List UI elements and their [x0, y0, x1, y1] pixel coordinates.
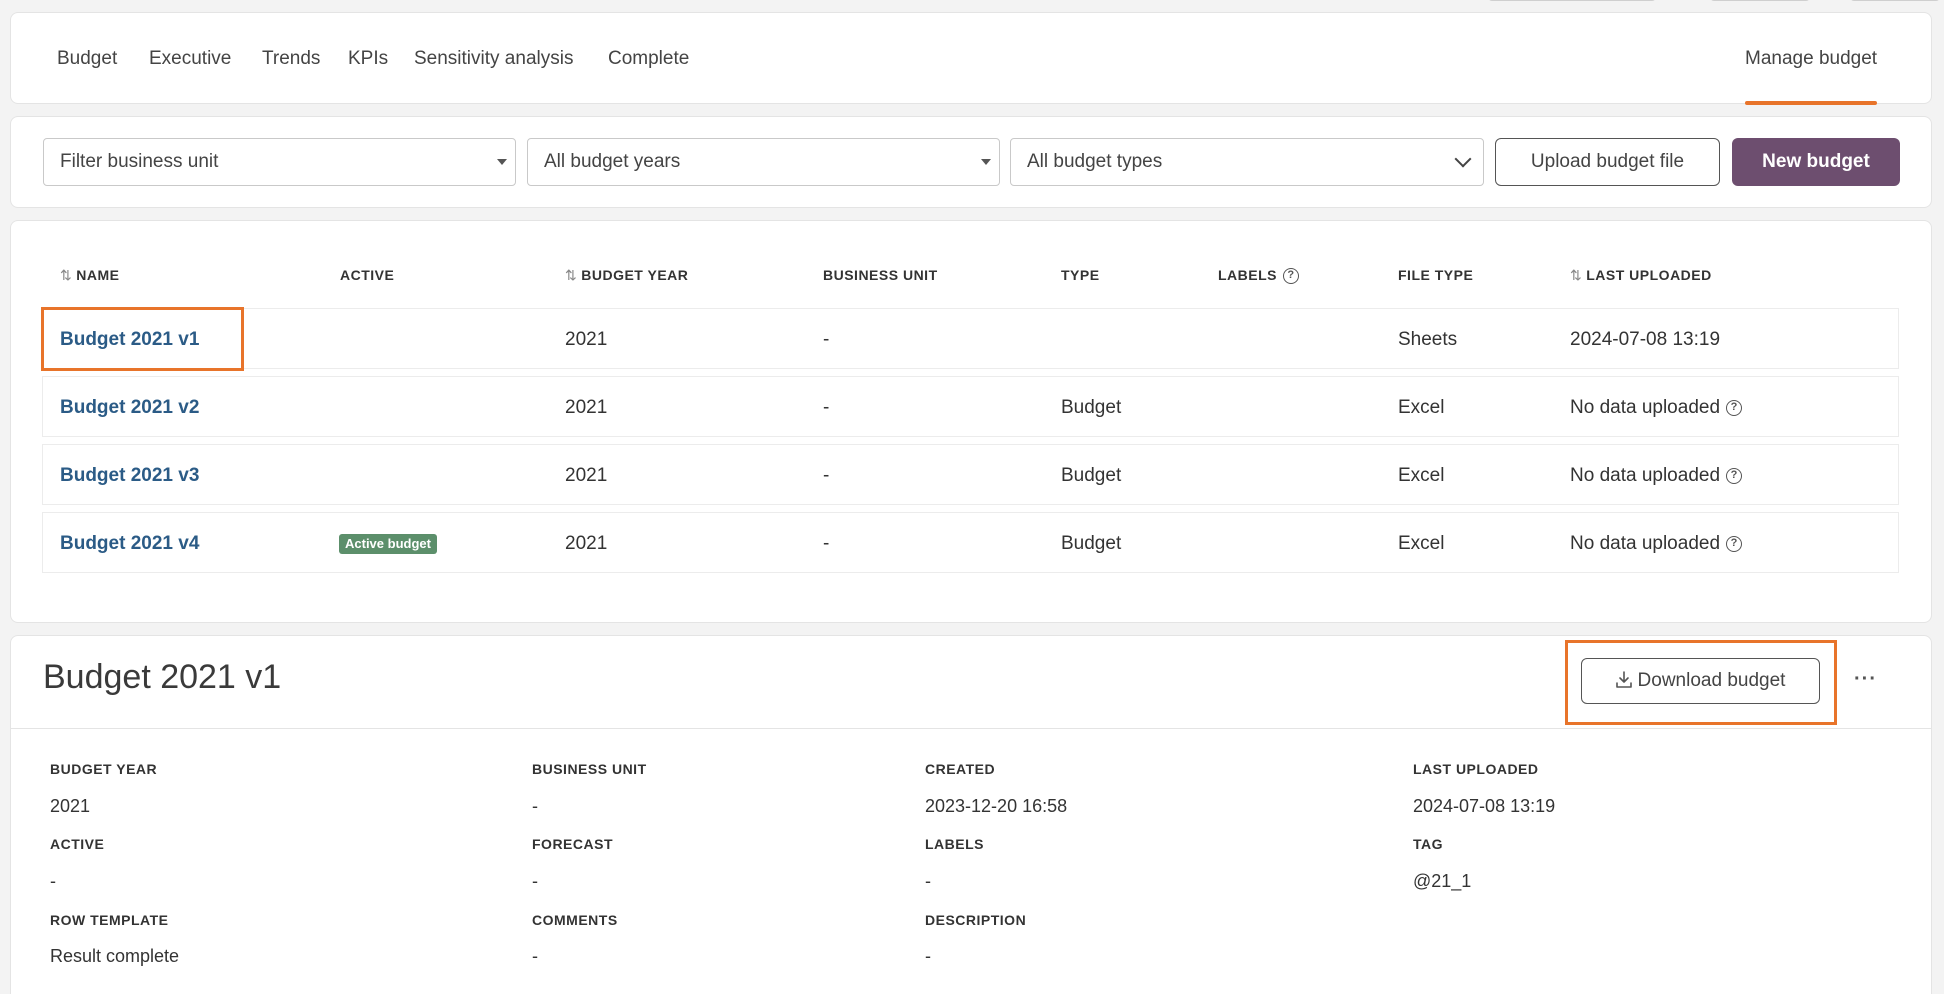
field-label: LABELS: [925, 836, 984, 852]
column-header-type: TYPE: [1061, 267, 1100, 283]
field-value: -: [50, 871, 56, 891]
field-label: DESCRIPTION: [925, 912, 1027, 928]
budget-name-link[interactable]: Budget 2021 v2: [60, 377, 199, 438]
field-value: -: [532, 946, 538, 966]
budget-years-select[interactable]: All budget years: [527, 138, 1000, 186]
table-row[interactable]: Budget 2021 v2 2021 - Budget Excel No da…: [42, 376, 1899, 437]
budget-types-select-value: All budget types: [1027, 151, 1163, 172]
type-cell: Budget: [1061, 465, 1122, 486]
filter-bar: Filter business unit All budget years Al…: [10, 116, 1932, 208]
budget-name-link[interactable]: Budget 2021 v4: [60, 513, 199, 574]
field-label: TAG: [1413, 836, 1444, 852]
business-unit-select[interactable]: Filter business unit: [43, 138, 516, 186]
column-header-last-uploaded[interactable]: ⇅ LAST UPLOADED: [1570, 266, 1712, 284]
column-header-business-unit: BUSINESS UNIT: [823, 267, 938, 283]
top-navigation: Budget Executive Trends KPIs Sensitivity…: [10, 12, 1932, 105]
budget-year-cell: 2021: [565, 329, 608, 350]
business-unit-cell: -: [823, 329, 830, 350]
tab-executive[interactable]: Executive: [149, 13, 231, 105]
column-header-name[interactable]: ⇅ NAME: [60, 266, 119, 284]
budget-name-link[interactable]: Budget 2021 v3: [60, 445, 199, 506]
field-value: -: [532, 871, 538, 891]
field-value: 2023-12-20 16:58: [925, 796, 1068, 816]
file-type-cell: Sheets: [1398, 329, 1458, 350]
field-value: -: [925, 871, 931, 891]
help-icon[interactable]: ?: [1283, 268, 1299, 285]
type-cell: Budget: [1061, 397, 1122, 418]
file-type-cell: Excel: [1398, 397, 1445, 418]
tab-kpis[interactable]: KPIs: [348, 13, 388, 105]
active-cell: Active budget: [339, 513, 437, 574]
top-stub: [1710, 0, 1810, 1]
budget-year-cell: 2021: [565, 533, 608, 554]
last-uploaded-cell: No data uploaded?: [1570, 445, 1743, 506]
field-value: -: [925, 946, 931, 966]
more-options-icon[interactable]: ···: [1854, 668, 1877, 691]
sort-icon: ⇅: [565, 267, 578, 283]
last-uploaded-cell: No data uploaded?: [1570, 513, 1743, 574]
sort-icon: ⇅: [60, 267, 73, 283]
detail-title: Budget 2021 v1: [43, 658, 282, 696]
field-label: LAST UPLOADED: [1413, 761, 1539, 777]
field-label: BUSINESS UNIT: [532, 761, 647, 777]
column-header-budget-year[interactable]: ⇅ BUDGET YEAR: [565, 266, 688, 284]
tab-manage-budget[interactable]: Manage budget: [1745, 13, 1878, 105]
business-unit-cell: -: [823, 397, 830, 418]
table-row[interactable]: Budget 2021 v1 2021 - Sheets 2024-07-08 …: [42, 308, 1899, 369]
help-icon[interactable]: ?: [1726, 399, 1743, 416]
tab-complete[interactable]: Complete: [608, 13, 689, 105]
caret-down-icon: [497, 159, 507, 165]
budget-year-cell: 2021: [565, 397, 608, 418]
help-icon[interactable]: ?: [1726, 535, 1743, 552]
new-budget-button[interactable]: New budget: [1732, 138, 1900, 186]
tab-budget[interactable]: Budget: [57, 13, 117, 105]
field-value: 2024-07-08 13:19: [1413, 796, 1556, 816]
caret-down-icon: [981, 159, 991, 165]
divider: [11, 728, 1931, 729]
highlight-box: [41, 307, 244, 371]
field-label: COMMENTS: [532, 912, 618, 928]
field-label: CREATED: [925, 761, 996, 777]
business-unit-select-value: Filter business unit: [60, 151, 219, 172]
active-budget-badge: Active budget: [339, 533, 437, 554]
sort-icon: ⇅: [1570, 267, 1583, 283]
field-label: ROW TEMPLATE: [50, 912, 169, 928]
table-row[interactable]: Budget 2021 v3 2021 - Budget Excel No da…: [42, 444, 1899, 505]
field-label: FORECAST: [532, 836, 613, 852]
help-icon[interactable]: ?: [1726, 467, 1743, 484]
type-cell: Budget: [1061, 533, 1122, 554]
chevron-down-icon: [1454, 150, 1472, 168]
field-value: 2021: [50, 796, 91, 816]
budget-years-select-value: All budget years: [544, 151, 681, 172]
field-value: Result complete: [50, 946, 180, 966]
last-uploaded-cell: No data uploaded?: [1570, 377, 1743, 438]
column-header-file-type: FILE TYPE: [1398, 267, 1474, 283]
top-stub: [1850, 0, 1940, 1]
field-label: ACTIVE: [50, 836, 105, 852]
file-type-cell: Excel: [1398, 533, 1445, 554]
top-stub: [1488, 0, 1656, 1]
column-header-labels: LABELS?: [1218, 266, 1299, 285]
business-unit-cell: -: [823, 465, 830, 486]
tab-trends[interactable]: Trends: [262, 13, 320, 105]
business-unit-cell: -: [823, 533, 830, 554]
field-value: @21_1: [1413, 871, 1472, 891]
table-row[interactable]: Budget 2021 v4 Active budget 2021 - Budg…: [42, 512, 1899, 573]
field-label: BUDGET YEAR: [50, 761, 158, 777]
column-header-active: ACTIVE: [340, 267, 395, 283]
tab-sensitivity-analysis[interactable]: Sensitivity analysis: [414, 13, 573, 105]
upload-budget-file-button[interactable]: Upload budget file: [1495, 138, 1720, 186]
field-value: -: [532, 796, 538, 816]
budget-types-select[interactable]: All budget types: [1010, 138, 1484, 186]
highlight-box: [1565, 640, 1837, 725]
last-uploaded-cell: 2024-07-08 13:19: [1570, 329, 1721, 350]
file-type-cell: Excel: [1398, 465, 1445, 486]
budget-year-cell: 2021: [565, 465, 608, 486]
